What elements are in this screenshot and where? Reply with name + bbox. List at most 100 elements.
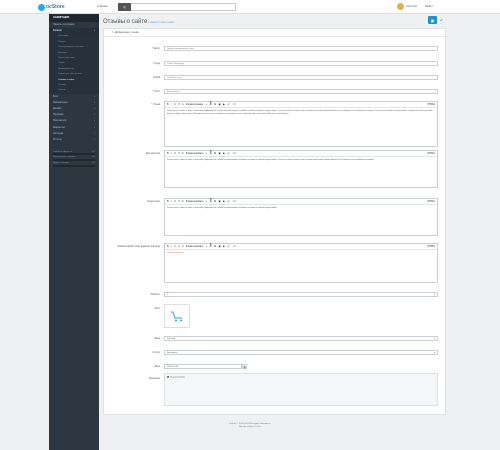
link-icon[interactable]: 🔗 xyxy=(227,200,230,203)
bullet-list-icon[interactable]: ≡ xyxy=(206,245,207,248)
numbered-list-icon[interactable]: ≣ xyxy=(210,152,212,155)
font-color-icon[interactable]: A xyxy=(182,103,184,106)
source-button[interactable]: [HTML] xyxy=(427,103,437,106)
style-dropdown[interactable]: Форматировать xyxy=(186,103,203,106)
back-button[interactable]: ↶ xyxy=(438,16,445,24)
stores-checklist: По умолчанию xyxy=(164,373,438,406)
sidebar-heading: НАВИГАЦИЯ xyxy=(49,14,99,22)
font-color-icon[interactable]: A xyxy=(182,200,184,203)
editor-label-cons: Недостатки xyxy=(147,200,160,203)
italic-icon[interactable]: I xyxy=(171,152,172,155)
code-icon[interactable]: </> xyxy=(233,200,236,203)
code-icon[interactable]: </> xyxy=(233,103,236,106)
editor-content[interactable]: Lorem ipsum - dolor sit amet, consectetu… xyxy=(165,108,437,117)
bullet-list-icon[interactable]: ≡ xyxy=(206,200,207,203)
user-name[interactable]: John Doe xyxy=(406,5,417,8)
progress-label: Заказы в процессе 0% xyxy=(53,151,95,153)
text-input[interactable]: Все хорошо xyxy=(164,88,438,95)
style-dropdown[interactable]: Форматировать xyxy=(186,200,203,203)
image-icon[interactable]: ▣ xyxy=(218,245,220,248)
author-input[interactable]: Демонстрационный отзыв xyxy=(164,45,438,52)
underline-icon[interactable]: U xyxy=(174,152,176,155)
strikethrough-icon[interactable]: T̶ xyxy=(178,245,179,248)
video-icon[interactable]: ▶ xyxy=(223,245,225,248)
editor-content[interactable]: Lorem ipsum - dolor sit amet, consectetu… xyxy=(165,157,437,163)
avatar[interactable] xyxy=(397,3,404,10)
code-icon[interactable]: </> xyxy=(233,152,236,155)
logo[interactable]: ocStore xyxy=(38,3,65,11)
source-button[interactable]: [HTML] xyxy=(427,152,437,155)
progress-label: Другие статусы 0% xyxy=(53,162,95,164)
image-thumbnail[interactable] xyxy=(164,304,190,328)
bold-icon[interactable]: B xyxy=(167,152,169,155)
strikethrough-icon[interactable]: T̶ xyxy=(178,103,179,106)
link-icon[interactable]: 🔗 xyxy=(227,245,230,248)
underline-icon[interactable]: U xyxy=(174,103,176,106)
code-icon[interactable]: </> xyxy=(233,245,236,248)
table-icon[interactable]: ⊞ xyxy=(214,245,216,248)
save-button[interactable]: ▣ xyxy=(428,16,437,24)
image-icon[interactable]: ▣ xyxy=(218,103,220,106)
font-color-icon[interactable]: A xyxy=(182,245,184,248)
bold-icon[interactable]: B xyxy=(167,200,169,203)
user-menu[interactable]: John Doe Выйти xyxy=(397,3,433,10)
video-icon[interactable]: ▶ xyxy=(223,200,225,203)
chevron-down-icon: ▾ xyxy=(433,351,435,354)
cons-editor[interactable]: B I U T̶ A Форматировать ≡ ≣ ⊞ ▣ ▶ 🔗 </> [HTML] Lorem… xyxy=(164,198,438,236)
style-dropdown[interactable]: Форматировать xyxy=(186,245,203,248)
strikethrough-icon[interactable]: T̶ xyxy=(178,200,179,203)
editor-content[interactable]: Спасибо за отзыв! xyxy=(165,250,437,256)
progress-bar xyxy=(53,159,95,161)
reply-editor[interactable]: B I U T̶ A Форматировать ≡ ≣ ⊞ ▣ ▶ 🔗 </> [HTML] Спаси… xyxy=(164,243,438,283)
style-dropdown[interactable]: Форматировать xyxy=(186,152,203,155)
italic-icon[interactable]: I xyxy=(171,245,172,248)
source-button[interactable]: [HTML] xyxy=(427,200,437,203)
underline-icon[interactable]: U xyxy=(174,245,176,248)
calendar-button[interactable]: ▦ xyxy=(242,363,247,370)
table-icon[interactable]: ⊞ xyxy=(214,200,216,203)
sidebar-item-label: Отзывы xyxy=(58,83,67,86)
logout-link[interactable]: Выйти xyxy=(425,5,433,8)
calendar-icon: ▦ xyxy=(243,365,246,369)
table-icon[interactable]: ⊞ xyxy=(214,103,216,106)
image-icon[interactable]: ▣ xyxy=(218,200,220,203)
table-icon[interactable]: ⊞ xyxy=(214,152,216,155)
review-editor[interactable]: B I U T̶ A Форматировать ≡ ≣ ⊞ ▣ ▶ 🔗 </> [HTML] Lorem… xyxy=(164,101,438,147)
editor-content[interactable]: Lorem ipsum - dolor sit amet, consectetu… xyxy=(165,205,437,211)
bullet-list-icon[interactable]: ≡ xyxy=(206,152,207,155)
sidebar-item-label: Повторяющиеся платежи xyxy=(58,46,84,49)
search-input[interactable] xyxy=(118,3,236,11)
editor-label-review: * Отзыв xyxy=(151,103,160,106)
search-button[interactable]: Q xyxy=(118,3,131,11)
video-icon[interactable]: ▶ xyxy=(223,103,225,106)
link-icon[interactable]: 🔗 xyxy=(227,152,230,155)
font-color-icon[interactable]: A xyxy=(182,152,184,155)
store-option[interactable]: По умолчанию xyxy=(170,377,185,379)
italic-icon[interactable]: I xyxy=(171,200,172,203)
bullet-list-icon[interactable]: ≡ xyxy=(206,103,207,106)
status-select[interactable]: Включено ▾ xyxy=(164,349,438,356)
progress-value: 0% xyxy=(91,156,95,159)
strikethrough-icon[interactable]: T̶ xyxy=(178,152,179,155)
email-input[interactable]: test@test.com xyxy=(164,74,438,81)
numbered-list-icon[interactable]: ≣ xyxy=(210,245,212,248)
bold-icon[interactable]: B xyxy=(167,245,169,248)
pros-editor[interactable]: B I U T̶ A Форматировать ≡ ≣ ⊞ ▣ ▶ 🔗 </> [HTML] Lorem… xyxy=(164,150,438,188)
store-checkbox[interactable] xyxy=(167,376,169,378)
video-icon[interactable]: ▶ xyxy=(223,152,225,155)
author-label: * Автор xyxy=(151,47,160,50)
language-select[interactable]: Русский ▾ xyxy=(164,335,438,342)
rating-select[interactable]: 5 ▾ xyxy=(164,291,438,298)
bold-icon[interactable]: B xyxy=(167,103,169,106)
breadcrumb[interactable]: Главная Отзывы о сайте xyxy=(148,22,174,24)
city-input[interactable]: Санкт-Петербург xyxy=(164,60,438,67)
date-input[interactable]: 2019-04-16 xyxy=(164,363,242,370)
numbered-list-icon[interactable]: ≣ xyxy=(210,200,212,203)
menu-toggle-button[interactable]: ≡ Меню xyxy=(97,4,108,8)
underline-icon[interactable]: U xyxy=(174,200,176,203)
numbered-list-icon[interactable]: ≣ xyxy=(210,103,212,106)
italic-icon[interactable]: I xyxy=(171,103,172,106)
source-button[interactable]: [HTML] xyxy=(427,245,437,248)
link-icon[interactable]: 🔗 xyxy=(227,103,230,106)
image-icon[interactable]: ▣ xyxy=(218,152,220,155)
